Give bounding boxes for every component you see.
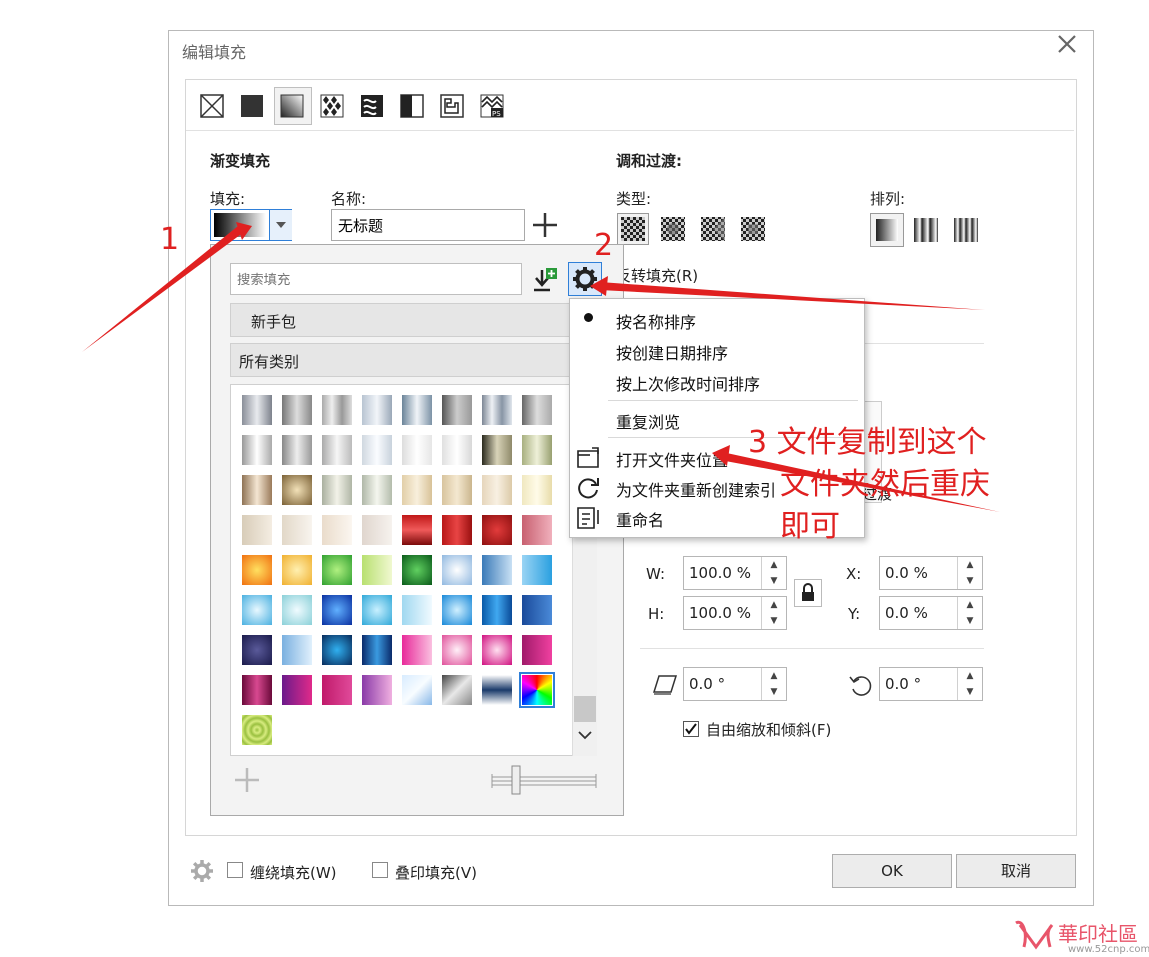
annotation-3-line1: 3 文件复制到这个 bbox=[748, 425, 987, 460]
watermark-url: www.52cnp.com bbox=[1068, 944, 1149, 955]
annotation-3-line2: 文件夹然后重庆 bbox=[780, 467, 990, 502]
arrow-2-head bbox=[590, 276, 608, 296]
annotation-2: 2 bbox=[594, 228, 614, 263]
watermark-name: 華印社區 bbox=[1058, 922, 1138, 946]
arrow-3-head bbox=[712, 445, 730, 466]
annotation-3-line3: 即可 bbox=[780, 509, 840, 544]
watermark-logo-icon bbox=[1015, 920, 1054, 950]
annotation-1: 1 bbox=[160, 222, 180, 257]
arrow-2-line bbox=[600, 282, 985, 310]
